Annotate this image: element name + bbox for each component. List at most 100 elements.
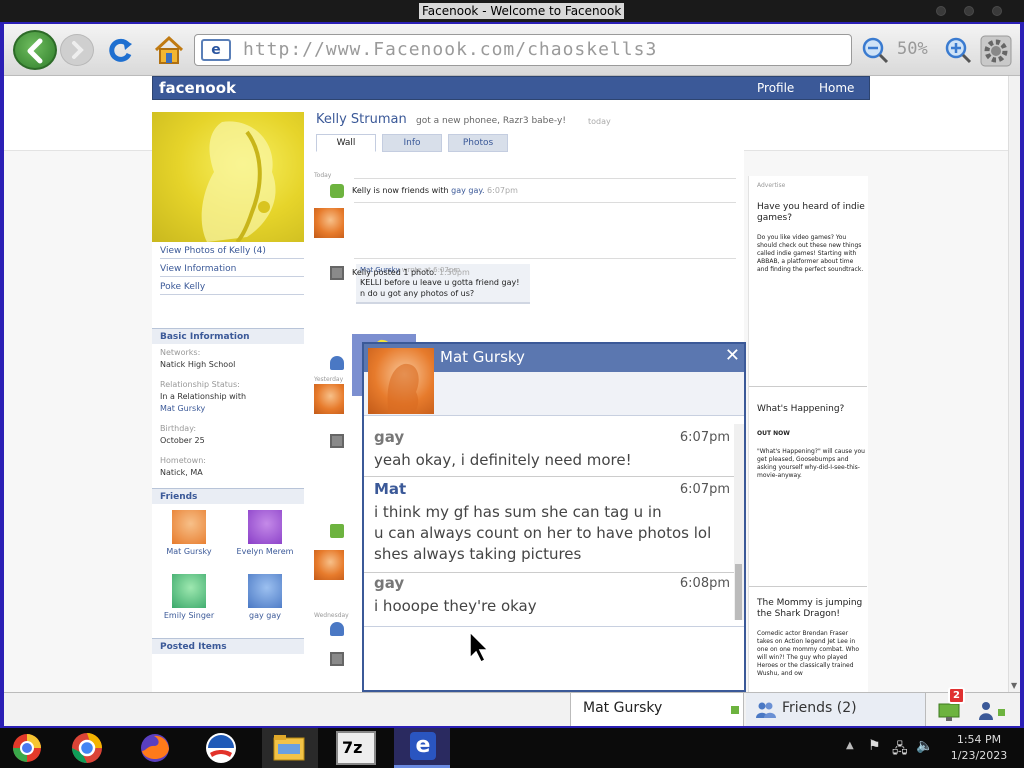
friend-avatar xyxy=(172,510,206,544)
7zip-icon: 7z xyxy=(342,738,363,757)
friends-online-tab[interactable]: Friends (2) xyxy=(746,693,926,726)
gear-icon xyxy=(980,35,1012,67)
tray-chevron-up-icon[interactable]: ▲ xyxy=(846,740,854,751)
settings-button[interactable] xyxy=(979,34,1013,68)
maximize-button[interactable] xyxy=(964,6,974,16)
friend-name[interactable]: gay gay xyxy=(230,611,300,620)
zoom-in-button[interactable] xyxy=(944,36,972,64)
user-status-icon[interactable] xyxy=(978,701,1008,721)
flag-icon[interactable]: ⚑ xyxy=(868,738,881,754)
tab-wall[interactable]: Wall xyxy=(316,134,376,152)
profile-name[interactable]: Kelly Struman xyxy=(316,112,407,127)
comment-line: n do u got any photos of us? xyxy=(360,289,475,298)
friend-item[interactable]: gay gay xyxy=(230,574,300,620)
home-button[interactable] xyxy=(152,34,186,66)
message-time: 6:08pm xyxy=(679,576,730,591)
commenter-avatar[interactable] xyxy=(314,208,344,238)
profile-picture[interactable] xyxy=(152,112,304,242)
chrome-icon[interactable] xyxy=(70,731,104,765)
browser-e-icon: e xyxy=(410,732,436,760)
chat-input[interactable] xyxy=(364,626,744,690)
chrome-old-icon[interactable] xyxy=(10,731,44,765)
basic-info-header: Basic Information xyxy=(152,328,304,344)
url-text[interactable]: http://www.Facenook.com/chaoskells3 xyxy=(243,39,657,60)
forward-button[interactable] xyxy=(60,34,94,66)
feed-friends-link[interactable]: gay gay. xyxy=(451,186,484,195)
friend-name[interactable]: Evelyn Merem xyxy=(230,547,300,556)
facenook-browser-taskbar-item[interactable]: e xyxy=(394,728,450,768)
feed-divider xyxy=(354,178,736,179)
nav-home-link[interactable]: Home xyxy=(819,81,854,95)
zoom-out-button[interactable] xyxy=(861,36,889,64)
message-divider xyxy=(364,572,734,573)
scroll-down-arrow-icon[interactable]: ▼ xyxy=(1011,681,1017,690)
site-logo[interactable]: facenook xyxy=(159,79,236,97)
networks-label: Networks: xyxy=(160,348,201,357)
friend-avatar xyxy=(248,510,282,544)
tab-photos[interactable]: Photos xyxy=(448,134,508,152)
7zip-taskbar-item[interactable]: 7z xyxy=(336,731,376,765)
profile-picture-art xyxy=(201,121,276,242)
commenter-avatar[interactable] xyxy=(314,550,344,580)
magnifier-minus-icon xyxy=(862,37,889,64)
close-icon[interactable]: ✕ xyxy=(725,347,740,365)
ad-body: Comedic actor Brendan Fraser takes on Ac… xyxy=(757,630,860,677)
message-line: i hooope they're okay xyxy=(374,597,537,615)
nav-profile-link[interactable]: Profile xyxy=(757,81,794,95)
ad-divider xyxy=(749,386,867,387)
message-line: i think my gf has sum she can tag u in xyxy=(374,503,662,521)
browser-window: e http://www.Facenook.com/chaoskells3 50… xyxy=(4,24,1020,726)
message-time: 6:07pm xyxy=(679,430,730,445)
poke-link[interactable]: Poke Kelly xyxy=(160,282,205,292)
file-explorer-taskbar-item[interactable] xyxy=(262,728,318,768)
chat-scrollbar[interactable] xyxy=(734,424,744,620)
day-label: Yesterday xyxy=(314,376,344,383)
friend-name[interactable]: Emily Singer xyxy=(154,611,224,620)
obama-logo-icon[interactable] xyxy=(204,731,238,765)
relationship-partner-link[interactable]: Mat Gursky xyxy=(160,404,205,413)
tab-info[interactable]: Info xyxy=(382,134,442,152)
page-scrollbar[interactable]: ▼ xyxy=(1008,76,1020,692)
chat-tab[interactable]: Mat Gursky xyxy=(570,693,744,726)
chat-message: gay 6:07pm yeah okay, i definitely need … xyxy=(364,428,734,478)
message-body: i hooope they're okay xyxy=(374,596,724,617)
hometown-value: Natick, MA xyxy=(160,468,203,477)
close-window-button[interactable] xyxy=(992,6,1002,16)
reload-button[interactable] xyxy=(106,36,136,64)
volume-icon[interactable]: 🔈 xyxy=(916,738,933,754)
ad-title[interactable]: Have you heard of indie games? xyxy=(757,202,865,224)
zoom-level: 50% xyxy=(897,39,928,59)
back-button[interactable] xyxy=(13,30,57,70)
taskbar-clock[interactable]: 1:54 PM 1/23/2023 xyxy=(940,732,1018,764)
message-line: u can always count on her to have photos… xyxy=(374,524,712,542)
chat-contact-avatar xyxy=(368,348,434,414)
ad-body: Do you like video games? You should chec… xyxy=(757,234,864,273)
person-icon xyxy=(330,622,344,636)
folder-icon xyxy=(273,735,305,761)
divider xyxy=(160,258,304,259)
firefox-icon[interactable] xyxy=(138,731,172,765)
friends-header: Friends xyxy=(152,488,304,504)
network-icon[interactable]: 🖧 xyxy=(892,738,908,762)
commenter-avatar[interactable] xyxy=(314,384,344,414)
arrow-right-icon xyxy=(72,41,84,59)
ad-title[interactable]: What's Happening? xyxy=(757,404,865,415)
reload-icon xyxy=(109,38,132,62)
friend-item[interactable]: Mat Gursky xyxy=(154,510,224,556)
minimize-button[interactable] xyxy=(936,6,946,16)
view-information-link[interactable]: View Information xyxy=(160,264,236,274)
view-photos-link[interactable]: View Photos of Kelly (4) xyxy=(160,246,266,256)
friend-name[interactable]: Mat Gursky xyxy=(154,547,224,556)
chat-scroll-thumb[interactable] xyxy=(735,564,742,620)
house-icon xyxy=(154,35,184,64)
friend-item[interactable]: Evelyn Merem xyxy=(230,510,300,556)
friend-item[interactable]: Emily Singer xyxy=(154,574,224,620)
address-bar[interactable]: e http://www.Facenook.com/chaoskells3 xyxy=(194,34,852,66)
ad-title[interactable]: The Mommy is jumping the Shark Dragon! xyxy=(757,598,865,620)
monitor-icon xyxy=(938,703,960,721)
notifications-button[interactable]: 2 xyxy=(934,687,974,726)
site-header: facenook Profile Home xyxy=(152,76,870,100)
message-body: i think my gf has sum she can tag u in u… xyxy=(374,502,724,565)
message-body: yeah okay, i definitely need more! xyxy=(374,450,724,471)
status-time: today xyxy=(588,117,611,126)
